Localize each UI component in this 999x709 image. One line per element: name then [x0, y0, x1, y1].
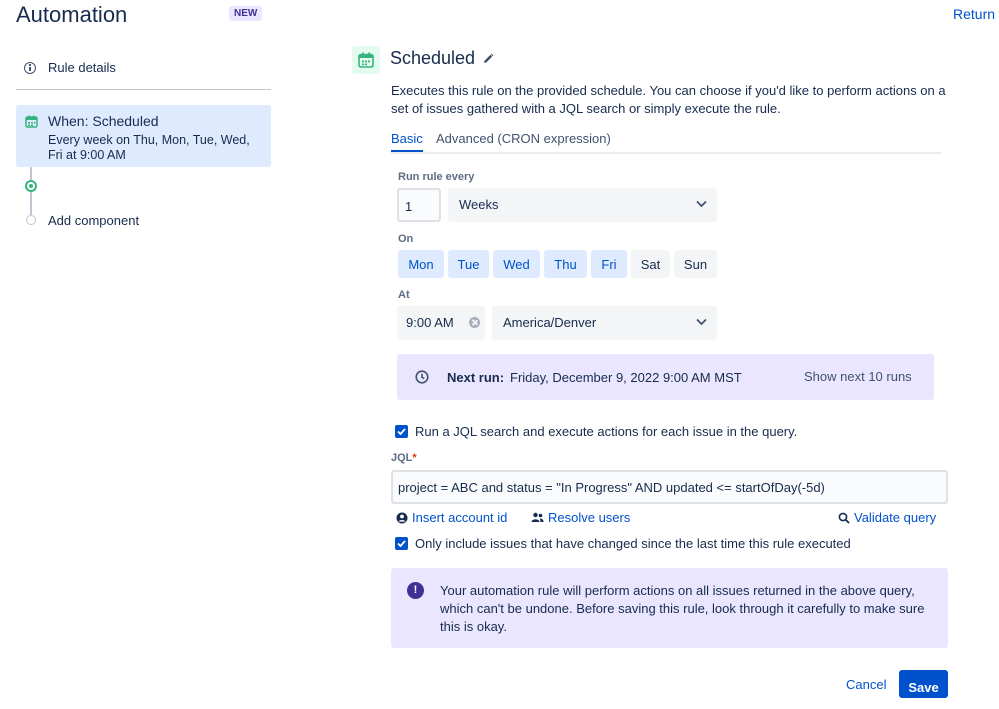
people-icon — [531, 512, 544, 522]
day-tue-button[interactable]: Tue — [448, 250, 489, 278]
chevron-down-icon — [696, 200, 707, 208]
clear-icon[interactable] — [469, 317, 480, 328]
calendar-icon — [352, 46, 380, 74]
chevron-down-icon — [696, 318, 707, 326]
resolve-users-link[interactable]: Resolve users — [531, 510, 630, 525]
validate-query-link[interactable]: Validate query — [838, 510, 936, 525]
calendar-icon — [25, 115, 38, 128]
panel-title: Scheduled — [390, 48, 476, 68]
tab-advanced[interactable]: Advanced (CRON expression) — [436, 131, 611, 146]
jql-search-checkbox[interactable] — [395, 425, 408, 438]
timezone-value: America/Denver — [503, 315, 597, 330]
insert-account-id-link[interactable]: Insert account id — [396, 510, 507, 525]
day-thu-button[interactable]: Thu — [544, 250, 587, 278]
jql-search-checkbox-label: Run a JQL search and execute actions for… — [415, 424, 798, 439]
trigger-title: When: Scheduled — [48, 113, 159, 129]
frequency-value: Weeks — [459, 197, 499, 212]
add-component-dot — [26, 215, 36, 225]
edit-pencil-icon[interactable] — [482, 53, 494, 65]
run-every-label: Run rule every — [398, 171, 475, 183]
rule-details-label: Rule details — [48, 60, 116, 75]
timeline-active-dot — [25, 180, 37, 192]
next-run-label: Next run: — [447, 370, 505, 385]
timezone-select[interactable]: America/Denver — [492, 306, 717, 340]
user-icon — [396, 512, 408, 523]
resolve-users-label: Resolve users — [548, 510, 631, 525]
warning-banner: ! Your automation rule will perform acti… — [391, 568, 948, 648]
only-changed-checkbox-label: Only include issues that have changed si… — [415, 536, 851, 551]
day-mon-button[interactable]: Mon — [398, 250, 444, 278]
add-component-link[interactable]: Add component — [48, 213, 139, 228]
search-icon — [838, 512, 850, 524]
day-sat-button[interactable]: Sat — [631, 250, 670, 278]
on-label: On — [398, 233, 414, 245]
jql-label: JQL* — [391, 452, 417, 464]
validate-query-label: Validate query — [854, 510, 937, 525]
checkmark-icon — [397, 540, 406, 548]
only-changed-checkbox[interactable] — [395, 537, 408, 550]
new-badge: NEW — [229, 6, 263, 21]
panel-description: Executes this rule on the provided sched… — [391, 83, 946, 116]
run-every-input[interactable]: 1 — [397, 188, 441, 222]
day-sun-button[interactable]: Sun — [674, 250, 717, 278]
return-link[interactable]: Return t — [953, 6, 999, 22]
sidebar-rule-details[interactable]: Rule details — [24, 60, 116, 75]
schedule-tabs: Basic Advanced (CRON expression) — [391, 130, 941, 154]
info-icon — [24, 61, 36, 74]
day-wed-button[interactable]: Wed — [493, 250, 540, 278]
warning-text: Your automation rule will perform action… — [440, 583, 925, 634]
active-tab-indicator — [391, 150, 423, 152]
save-button[interactable]: Save — [899, 670, 948, 698]
jql-input[interactable]: project = ABC and status = "In Progress"… — [391, 470, 948, 504]
required-mark: * — [412, 452, 417, 464]
sidebar-divider — [16, 89, 271, 90]
checkmark-icon — [397, 428, 406, 436]
app-title: Automation — [16, 2, 128, 27]
jql-label-text: JQL — [391, 452, 413, 464]
trigger-subtitle: Every week on Thu, Mon, Tue, Wed, Fri at… — [48, 133, 250, 162]
at-label: At — [398, 289, 410, 301]
day-fri-button[interactable]: Fri — [591, 250, 627, 278]
cancel-button[interactable]: Cancel — [836, 670, 896, 698]
next-run-banner: Next run: Friday, December 9, 2022 9:00 … — [397, 354, 934, 400]
clock-icon — [415, 370, 429, 384]
exclamation-icon: ! — [407, 582, 424, 599]
trigger-card[interactable]: When: Scheduled Every week on Thu, Mon, … — [16, 105, 271, 167]
insert-account-id-label: Insert account id — [412, 510, 508, 525]
tab-basic[interactable]: Basic — [391, 131, 423, 146]
show-next-runs-button[interactable]: Show next 10 runs — [804, 369, 912, 384]
next-run-value: Friday, December 9, 2022 9:00 AM MST — [510, 370, 742, 385]
frequency-select[interactable]: Weeks — [448, 188, 717, 222]
